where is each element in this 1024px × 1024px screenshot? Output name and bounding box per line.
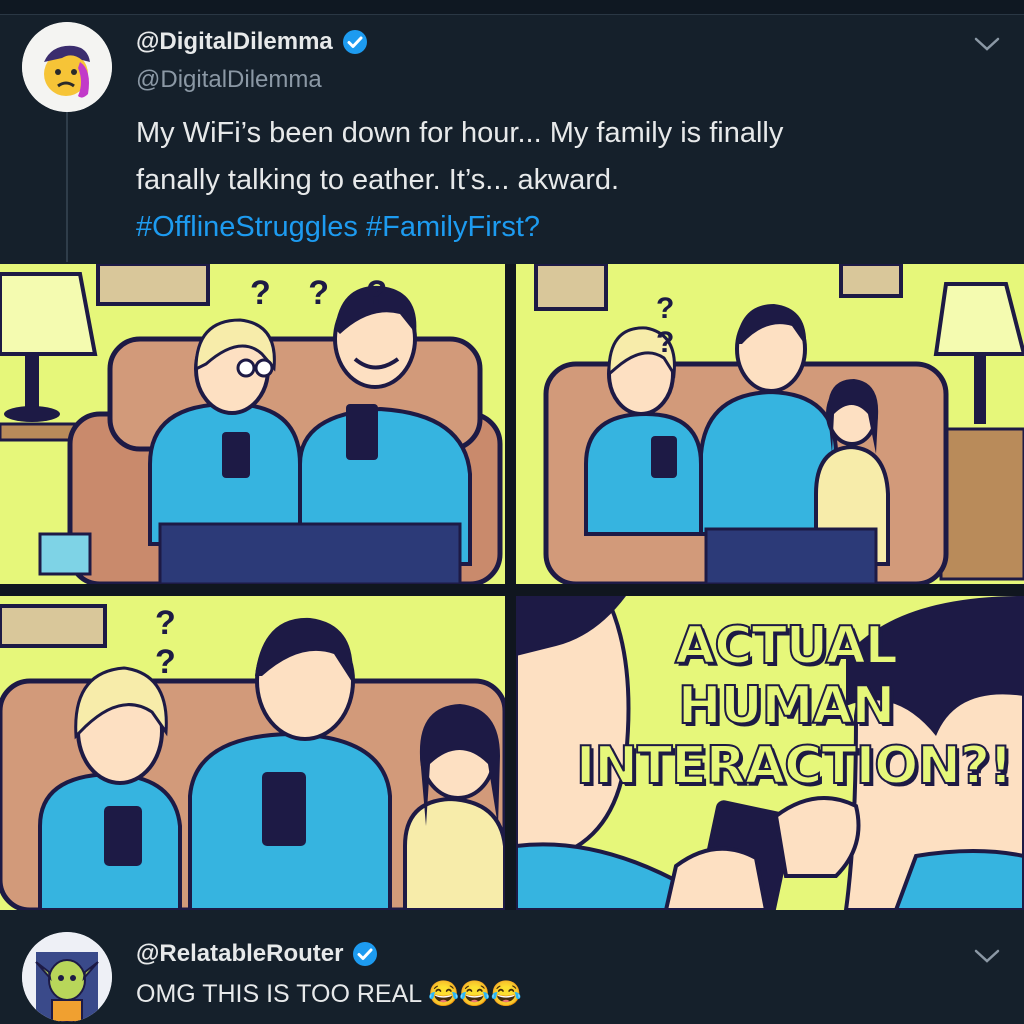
comic-panel-3: ? ? bbox=[0, 596, 505, 910]
comic-panel-1: ? ? ? bbox=[0, 264, 505, 584]
hashtags[interactable]: #OfflineStruggles #FamilyFirst? bbox=[136, 204, 996, 251]
comic-panel-2: ? ? bbox=[516, 264, 1024, 584]
comic-panel-4: ACTUAL HUMAN INTERACTION?! bbox=[516, 596, 1024, 910]
caption-line-2: INTERACTION?! bbox=[575, 735, 1014, 797]
caption-box: ACTUAL HUMAN INTERACTION?! bbox=[575, 615, 1014, 797]
reply-display-name[interactable]: @RelatableRouter bbox=[136, 940, 343, 968]
display-name[interactable]: @DigitalDilemma bbox=[136, 28, 333, 56]
avatar-face-icon bbox=[22, 22, 112, 112]
panel-3-question-marks: ? ? bbox=[155, 604, 376, 681]
router-creature-icon bbox=[22, 932, 112, 1022]
avatar[interactable] bbox=[22, 22, 112, 112]
panel-1-question-marks: ? ? ? bbox=[250, 274, 402, 312]
verified-badge-icon bbox=[353, 942, 378, 966]
panel-2-question-marks: ? ? bbox=[656, 292, 825, 359]
reply-avatar[interactable] bbox=[22, 932, 112, 1022]
tweet-text-line-1: My WiFi’s been down for hour... My famil… bbox=[136, 117, 784, 149]
main-tweet[interactable]: @DigitalDilemma @DigitalDilemma My WiFi’… bbox=[0, 0, 1024, 264]
reply-tweet[interactable]: @RelatableRouter OMG THIS IS TOO REAL 😂😂… bbox=[0, 910, 1024, 1024]
chevron-down-icon[interactable] bbox=[972, 34, 1002, 54]
caption-line-1: ACTUAL HUMAN bbox=[674, 615, 899, 737]
handle[interactable]: @DigitalDilemma bbox=[136, 66, 322, 94]
reply-text: OMG THIS IS TOO REAL 😂😂😂 bbox=[136, 980, 522, 1008]
author-row: @DigitalDilemma bbox=[136, 28, 369, 56]
reply-author-row: @RelatableRouter bbox=[136, 940, 379, 968]
chevron-down-icon[interactable] bbox=[972, 946, 1002, 966]
thread-line bbox=[66, 112, 68, 262]
tweet-text: My WiFi’s been down for hour... My famil… bbox=[136, 110, 996, 251]
verified-badge-icon bbox=[342, 30, 367, 54]
tweet-text-line-2: fanally talking to eather. It’s... akwar… bbox=[136, 164, 620, 196]
comic-image[interactable]: ? ? ? ? ? ? ? ACTUAL HUMAN INTERACTION?! bbox=[0, 264, 1024, 910]
